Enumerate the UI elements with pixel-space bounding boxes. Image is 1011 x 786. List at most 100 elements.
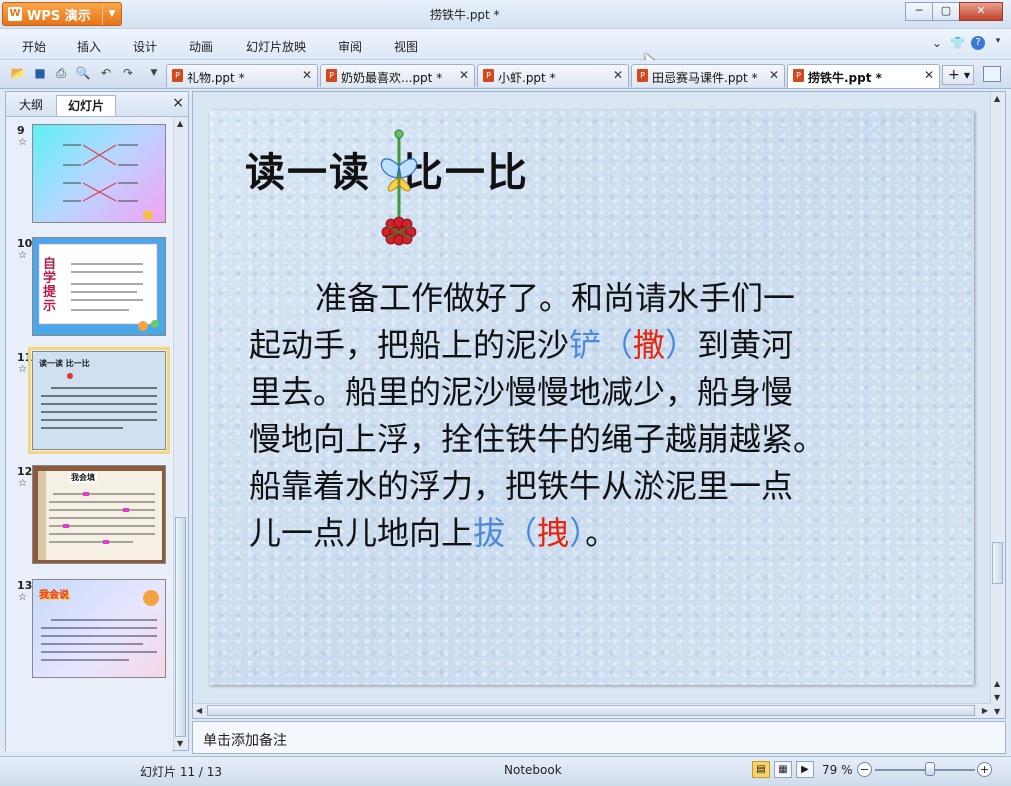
slide-editor: 读一读 比一比 准备工作做好了。和尚请水手们一 起动手，把船上的泥沙铲（撒）到黄…	[192, 91, 1006, 719]
open-icon[interactable]: 📂	[10, 65, 26, 81]
menu-animation[interactable]: 动画	[189, 38, 213, 55]
zoom-out-icon[interactable]: −	[857, 762, 872, 777]
tab-document-active[interactable]: P 捞铁牛.ppt * ✕	[787, 64, 940, 88]
slide-12-preview	[38, 471, 162, 560]
save-icon[interactable]: ■	[32, 65, 48, 81]
butterfly-flower-ornament	[380, 129, 418, 246]
scrollbar-thumb[interactable]	[992, 542, 1003, 584]
help-icon[interactable]: ?	[971, 36, 985, 50]
customize-icon[interactable]: ▼	[146, 65, 162, 81]
close-icon[interactable]: ✕	[302, 68, 312, 82]
highlight-word-blue: 铲	[569, 326, 602, 364]
slide-number: 12	[17, 465, 33, 478]
menu-view[interactable]: 视图	[394, 38, 418, 55]
menu-home[interactable]: 开始	[22, 38, 46, 55]
next-slide-icon[interactable]: ▼	[994, 693, 1000, 702]
chevron-down-icon[interactable]: ▼	[964, 66, 970, 85]
scroll-down-icon[interactable]: ▼	[177, 739, 183, 748]
body-line: 慢地向上浮，拴住铁牛的绳子越崩越紧。	[249, 416, 949, 463]
body-line: 起动手，把船上的泥沙铲（撒）到黄河	[249, 322, 949, 369]
slide-12-title: 我会填	[69, 472, 97, 483]
close-icon[interactable]: ×	[172, 95, 184, 111]
scroll-left-icon[interactable]: ◀	[196, 706, 202, 715]
slide-number: 11	[17, 351, 33, 364]
slide-thumbnail-13[interactable]: 我会说	[32, 579, 166, 678]
slide-13-title: 我会说	[39, 590, 69, 601]
scroll-right-icon[interactable]: ▶	[982, 706, 988, 715]
wps-logo-icon: W	[8, 7, 22, 21]
tab-document-2[interactable]: P 奶奶最喜欢...ppt * ✕	[320, 64, 475, 87]
tab-outline[interactable]: 大纲	[12, 95, 50, 115]
menu-review[interactable]: 审阅	[338, 38, 362, 55]
title-bar: W WPS 演示 ▼ 捞铁牛.ppt * ─ ▢ ✕	[0, 0, 1011, 29]
shirt-icon[interactable]: 👕	[950, 36, 965, 50]
chevron-down-icon[interactable]: ▾	[991, 36, 1005, 50]
ppt-file-icon: P	[637, 69, 648, 82]
tab-label: 奶奶最喜欢...ppt *	[341, 71, 443, 85]
slide-body-text[interactable]: 准备工作做好了。和尚请水手们一 起动手，把船上的泥沙铲（撒）到黄河 里去。船里的…	[249, 275, 949, 557]
app-menu-button[interactable]: W WPS 演示 ▼	[2, 2, 122, 26]
scroll-up-icon[interactable]: ▲	[177, 119, 183, 128]
ppt-file-icon: P	[793, 69, 804, 82]
previous-slide-icon[interactable]: ▲	[994, 679, 1000, 688]
animation-star-icon: ☆	[18, 478, 27, 489]
body-text: 慢地向上浮，拴住铁牛的绳子越崩越紧。	[249, 420, 826, 458]
panel-scrollbar[interactable]: ▲ ▼	[173, 117, 188, 750]
tab-document-1[interactable]: P 礼物.ppt * ✕	[166, 64, 318, 87]
highlight-word-blue: 拔	[473, 514, 506, 552]
zoom-slider-knob[interactable]	[925, 762, 935, 776]
slide-sorter-icon[interactable]: ▦	[774, 761, 792, 778]
minimize-button[interactable]: ─	[905, 2, 933, 21]
slide-9-preview	[63, 144, 153, 220]
slide-thumbnails: 9 ☆ 10 ☆ 自学提示 11 ☆ 读一读 比一比 12 ☆ 我会填 13 ☆…	[6, 117, 172, 752]
close-button[interactable]: ✕	[959, 2, 1003, 21]
new-tab-button[interactable]: + ▼	[942, 65, 974, 85]
tab-document-3[interactable]: P 小虾.ppt * ✕	[477, 64, 629, 87]
body-line: 准备工作做好了。和尚请水手们一	[249, 275, 949, 322]
maximize-button[interactable]: ▢	[932, 2, 960, 21]
redo-icon[interactable]: ↷	[120, 65, 136, 81]
tab-slides[interactable]: 幻灯片	[56, 95, 116, 116]
animation-star-icon: ☆	[18, 137, 27, 148]
close-icon[interactable]: ✕	[459, 68, 469, 82]
body-line: 里去。船里的泥沙慢慢地减少，船身慢	[249, 369, 949, 416]
undo-icon[interactable]: ↶	[98, 65, 114, 81]
slideshow-icon[interactable]: ▶	[796, 761, 814, 778]
menu-bar: 开始 插入 设计 动画 幻灯片放映 审阅 视图 ⌄ 👕 ? ▾	[0, 29, 1011, 60]
body-text: 船靠着水的浮力，把铁牛从淤泥里一点	[249, 467, 794, 505]
normal-view-icon[interactable]: ▤	[752, 761, 770, 778]
slide-panel: 大纲 幻灯片 × 9 ☆ 10 ☆ 自学提示 11 ☆ 读一读 比一比 12 ☆…	[5, 91, 189, 752]
menu-slideshow[interactable]: 幻灯片放映	[246, 38, 306, 55]
tab-document-4[interactable]: P 田忌赛马课件.ppt * ✕	[631, 64, 785, 87]
body-text: 里去。船里的泥沙慢慢地减少，船身慢	[249, 373, 794, 411]
notes-placeholder[interactable]: 单击添加备注	[203, 730, 287, 750]
current-slide[interactable]: 读一读 比一比 准备工作做好了。和尚请水手们一 起动手，把船上的泥沙铲（撒）到黄…	[209, 110, 974, 685]
close-icon[interactable]: ✕	[613, 68, 623, 82]
slide-thumbnail-12[interactable]: 我会填	[32, 465, 166, 564]
close-icon[interactable]: ✕	[924, 68, 934, 82]
animation-star-icon: ☆	[18, 364, 27, 375]
window-layout-icon[interactable]	[983, 66, 1001, 82]
scrollbar-thumb[interactable]	[175, 517, 186, 737]
tab-label: 礼物.ppt *	[187, 71, 245, 85]
menu-insert[interactable]: 插入	[77, 38, 101, 55]
editor-vertical-scrollbar[interactable]: ▲ ▲ ▼ ▼	[990, 92, 1005, 718]
slide-thumbnail-9[interactable]	[32, 124, 166, 223]
print-preview-icon[interactable]: 🔍	[75, 65, 91, 81]
slide-thumbnail-10[interactable]: 自学提示	[32, 237, 166, 336]
slide-thumbnail-11[interactable]: 读一读 比一比	[28, 347, 170, 454]
notes-pane[interactable]: 单击添加备注	[192, 721, 1006, 754]
slide-number: 13	[17, 579, 33, 592]
scroll-up-icon[interactable]: ▲	[994, 94, 1000, 103]
zoom-in-icon[interactable]: +	[977, 762, 992, 777]
slide-number: 10	[17, 237, 33, 250]
scroll-down-icon[interactable]: ▼	[994, 707, 1000, 716]
menu-design[interactable]: 设计	[133, 38, 157, 55]
chevron-down-icon[interactable]: ⌄	[930, 36, 944, 50]
scrollbar-thumb[interactable]	[207, 705, 975, 716]
editor-horizontal-scrollbar[interactable]: ◀ ▶	[193, 703, 991, 718]
print-icon[interactable]: ⎙	[53, 65, 69, 81]
close-icon[interactable]: ✕	[769, 68, 779, 82]
slide-number: 9	[17, 124, 25, 137]
chevron-down-icon[interactable]: ▼	[102, 3, 121, 25]
